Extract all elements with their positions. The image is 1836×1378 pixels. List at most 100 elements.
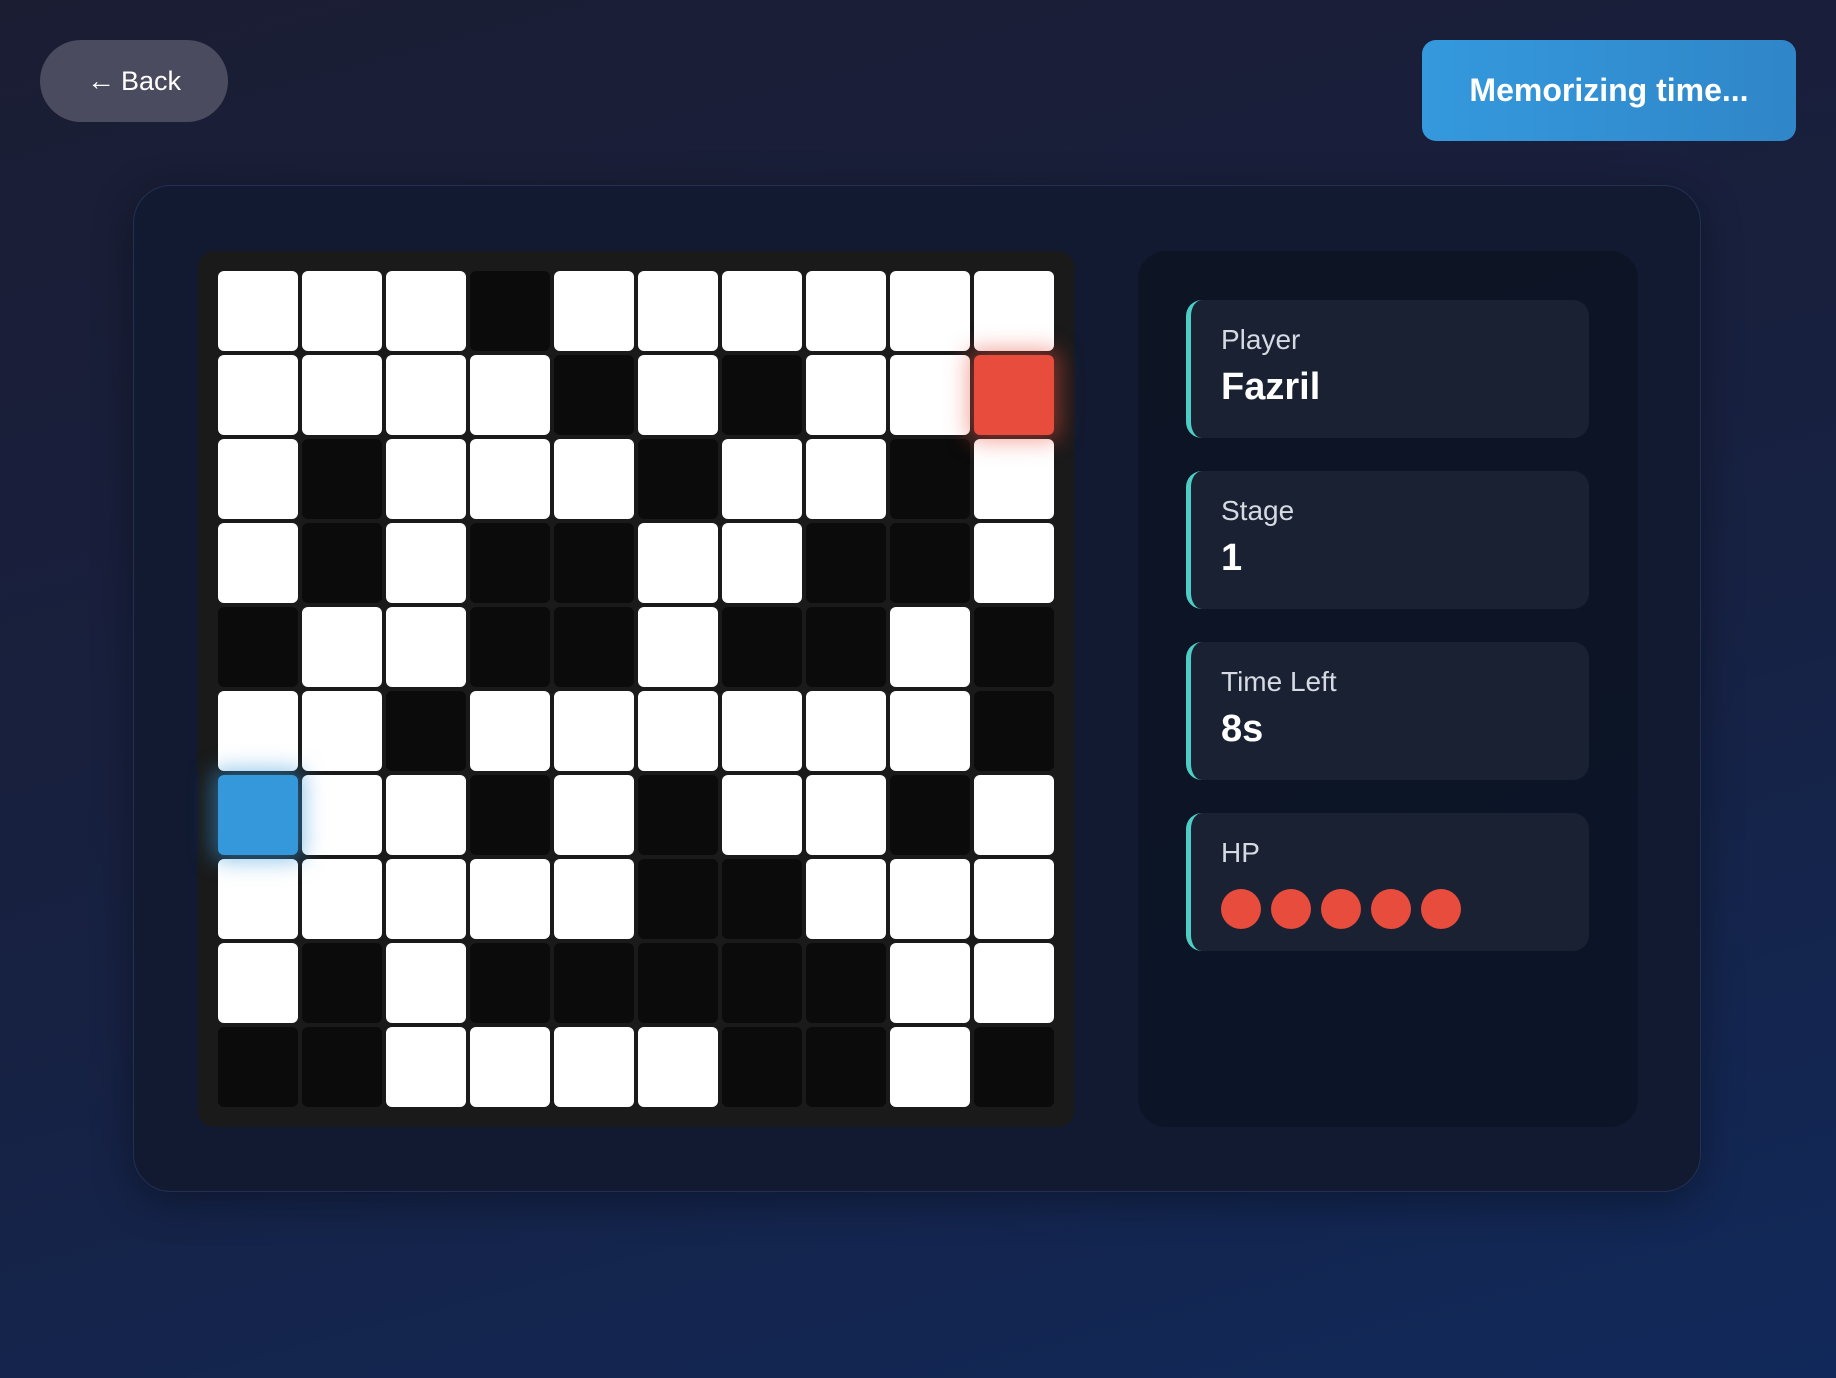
- wall-cell[interactable]: [890, 439, 970, 519]
- wall-cell[interactable]: [470, 271, 550, 351]
- path-cell[interactable]: [218, 859, 298, 939]
- path-cell[interactable]: [386, 355, 466, 435]
- path-cell[interactable]: [470, 691, 550, 771]
- path-cell[interactable]: [890, 691, 970, 771]
- path-cell[interactable]: [974, 943, 1054, 1023]
- back-button[interactable]: ← Back: [40, 40, 228, 122]
- path-cell[interactable]: [554, 691, 634, 771]
- path-cell[interactable]: [722, 775, 802, 855]
- path-cell[interactable]: [890, 1027, 970, 1107]
- wall-cell[interactable]: [722, 355, 802, 435]
- wall-cell[interactable]: [806, 1027, 886, 1107]
- wall-cell[interactable]: [806, 523, 886, 603]
- wall-cell[interactable]: [554, 355, 634, 435]
- path-cell[interactable]: [722, 691, 802, 771]
- path-cell[interactable]: [218, 355, 298, 435]
- path-cell[interactable]: [638, 523, 718, 603]
- wall-cell[interactable]: [554, 943, 634, 1023]
- path-cell[interactable]: [722, 439, 802, 519]
- path-cell[interactable]: [806, 355, 886, 435]
- path-cell[interactable]: [386, 775, 466, 855]
- path-cell[interactable]: [218, 943, 298, 1023]
- path-cell[interactable]: [218, 523, 298, 603]
- path-cell[interactable]: [218, 691, 298, 771]
- path-cell[interactable]: [386, 607, 466, 687]
- path-cell[interactable]: [638, 271, 718, 351]
- path-cell[interactable]: [638, 691, 718, 771]
- wall-cell[interactable]: [470, 607, 550, 687]
- path-cell[interactable]: [806, 859, 886, 939]
- wall-cell[interactable]: [638, 775, 718, 855]
- path-cell[interactable]: [386, 271, 466, 351]
- path-cell[interactable]: [806, 439, 886, 519]
- path-cell[interactable]: [974, 271, 1054, 351]
- wall-cell[interactable]: [470, 775, 550, 855]
- path-cell[interactable]: [806, 775, 886, 855]
- memorizing-status-button[interactable]: Memorizing time...: [1422, 40, 1796, 141]
- path-cell[interactable]: [554, 859, 634, 939]
- path-cell[interactable]: [218, 439, 298, 519]
- wall-cell[interactable]: [722, 859, 802, 939]
- wall-cell[interactable]: [806, 607, 886, 687]
- path-cell[interactable]: [890, 607, 970, 687]
- wall-cell[interactable]: [638, 439, 718, 519]
- path-cell[interactable]: [890, 859, 970, 939]
- wall-cell[interactable]: [974, 607, 1054, 687]
- path-cell[interactable]: [638, 607, 718, 687]
- path-cell[interactable]: [890, 943, 970, 1023]
- wall-cell[interactable]: [302, 1027, 382, 1107]
- wall-cell[interactable]: [554, 607, 634, 687]
- path-cell[interactable]: [554, 439, 634, 519]
- path-cell[interactable]: [554, 775, 634, 855]
- path-cell[interactable]: [386, 523, 466, 603]
- path-cell[interactable]: [974, 775, 1054, 855]
- path-cell[interactable]: [386, 439, 466, 519]
- wall-cell[interactable]: [554, 523, 634, 603]
- wall-cell[interactable]: [890, 775, 970, 855]
- path-cell[interactable]: [638, 1027, 718, 1107]
- path-cell[interactable]: [554, 271, 634, 351]
- path-cell[interactable]: [890, 355, 970, 435]
- path-cell[interactable]: [302, 691, 382, 771]
- path-cell[interactable]: [470, 859, 550, 939]
- path-cell[interactable]: [302, 607, 382, 687]
- path-cell[interactable]: [974, 523, 1054, 603]
- path-cell[interactable]: [806, 691, 886, 771]
- path-cell[interactable]: [974, 859, 1054, 939]
- wall-cell[interactable]: [974, 1027, 1054, 1107]
- path-cell[interactable]: [722, 271, 802, 351]
- player-start-cell[interactable]: [218, 775, 298, 855]
- path-cell[interactable]: [218, 271, 298, 351]
- goal-cell[interactable]: [974, 355, 1054, 435]
- path-cell[interactable]: [470, 355, 550, 435]
- wall-cell[interactable]: [722, 1027, 802, 1107]
- path-cell[interactable]: [302, 355, 382, 435]
- path-cell[interactable]: [638, 355, 718, 435]
- wall-cell[interactable]: [386, 691, 466, 771]
- path-cell[interactable]: [554, 1027, 634, 1107]
- path-cell[interactable]: [470, 1027, 550, 1107]
- path-cell[interactable]: [386, 1027, 466, 1107]
- wall-cell[interactable]: [722, 943, 802, 1023]
- wall-cell[interactable]: [302, 439, 382, 519]
- wall-cell[interactable]: [302, 943, 382, 1023]
- wall-cell[interactable]: [638, 943, 718, 1023]
- wall-cell[interactable]: [218, 607, 298, 687]
- path-cell[interactable]: [302, 775, 382, 855]
- wall-cell[interactable]: [890, 523, 970, 603]
- path-cell[interactable]: [722, 523, 802, 603]
- wall-cell[interactable]: [806, 943, 886, 1023]
- path-cell[interactable]: [302, 859, 382, 939]
- wall-cell[interactable]: [470, 523, 550, 603]
- wall-cell[interactable]: [470, 943, 550, 1023]
- path-cell[interactable]: [386, 859, 466, 939]
- path-cell[interactable]: [890, 271, 970, 351]
- path-cell[interactable]: [386, 943, 466, 1023]
- wall-cell[interactable]: [218, 1027, 298, 1107]
- wall-cell[interactable]: [638, 859, 718, 939]
- path-cell[interactable]: [470, 439, 550, 519]
- path-cell[interactable]: [806, 271, 886, 351]
- wall-cell[interactable]: [722, 607, 802, 687]
- path-cell[interactable]: [974, 439, 1054, 519]
- path-cell[interactable]: [302, 271, 382, 351]
